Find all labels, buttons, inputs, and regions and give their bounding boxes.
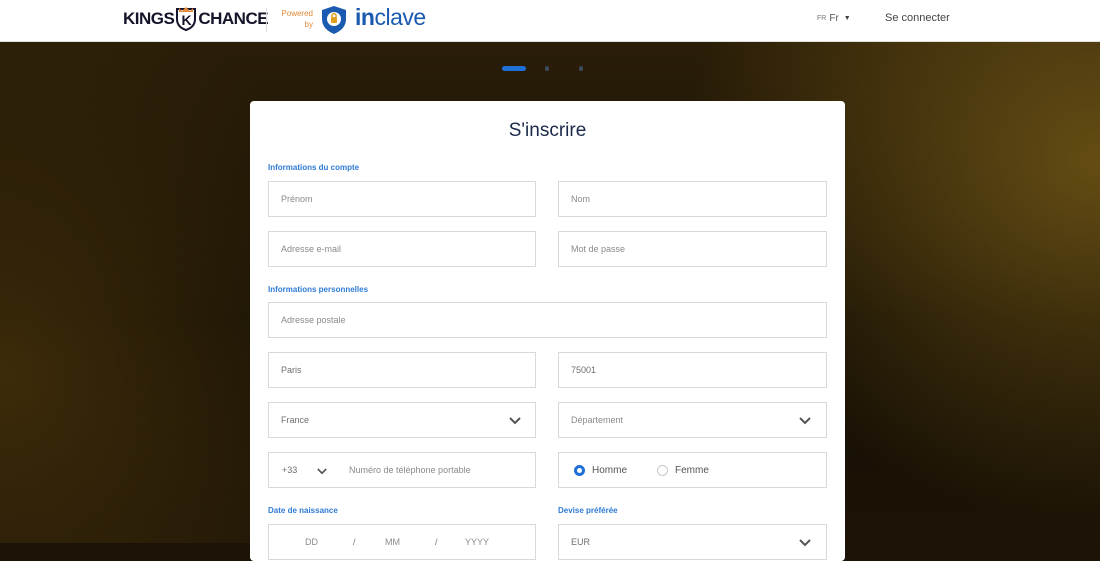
password-placeholder: Mot de passe xyxy=(571,244,626,254)
top-header: KINGS K CHANCE Powered by inclave FR Fr … xyxy=(0,0,1100,42)
birth-sep: / xyxy=(435,537,438,547)
carousel-dot[interactable] xyxy=(545,66,549,71)
carousel-dot-active[interactable] xyxy=(502,66,526,71)
inclave-shield-icon xyxy=(320,5,348,35)
lang-label: Fr xyxy=(829,13,839,24)
section-birthdate-label: Date de naissance xyxy=(268,506,338,515)
powered-by-text: Powered by xyxy=(277,8,313,30)
email-placeholder: Adresse e-mail xyxy=(281,244,342,254)
gender-female-label[interactable]: Femme xyxy=(675,465,709,476)
country-value: France xyxy=(281,415,310,425)
gender-female-radio[interactable] xyxy=(657,465,668,476)
firstname-input[interactable]: Prénom xyxy=(268,181,536,217)
login-link[interactable]: Se connecter xyxy=(885,12,950,24)
department-placeholder: Département xyxy=(571,415,624,425)
chevron-down-icon xyxy=(799,539,811,547)
city-value: Paris xyxy=(281,365,302,375)
section-currency-label: Devise préférée xyxy=(558,506,618,515)
birth-day[interactable]: DD xyxy=(305,537,318,547)
lang-code: FR xyxy=(817,15,827,22)
zip-input[interactable]: 75001 xyxy=(558,352,827,388)
inclave-suffix: clave xyxy=(374,4,426,30)
birth-sep: / xyxy=(353,537,356,547)
currency-select[interactable]: EUR xyxy=(558,524,827,560)
birth-month[interactable]: MM xyxy=(385,537,400,547)
inclave-logo[interactable]: inclave xyxy=(355,4,426,31)
country-select[interactable]: France xyxy=(268,402,536,438)
inclave-prefix: in xyxy=(355,4,375,30)
gender-male-radio[interactable] xyxy=(574,465,585,476)
firstname-placeholder: Prénom xyxy=(281,194,313,204)
section-personal-label: Informations personnelles xyxy=(268,285,369,294)
logo-chance-text: CHANCE xyxy=(198,9,269,28)
powered-line: Powered xyxy=(281,9,313,18)
carousel-dots xyxy=(0,66,1100,72)
carousel-dot[interactable] xyxy=(579,66,583,71)
phone-prefix[interactable]: +33 xyxy=(282,465,297,475)
form-title: S'inscrire xyxy=(508,120,587,141)
address-placeholder: Adresse postale xyxy=(281,315,346,325)
address-input[interactable]: Adresse postale xyxy=(268,302,827,338)
zip-value: 75001 xyxy=(571,365,597,375)
currency-value: EUR xyxy=(571,537,591,547)
logo-divider xyxy=(266,8,267,32)
email-input[interactable]: Adresse e-mail xyxy=(268,231,536,267)
k-shield-icon: K xyxy=(175,7,197,32)
phone-input[interactable]: +33 Numéro de téléphone portable xyxy=(268,452,536,488)
gender-male-label[interactable]: Homme xyxy=(592,465,627,476)
lastname-placeholder: Nom xyxy=(571,194,591,204)
caret-down-icon: ▼ xyxy=(843,15,851,22)
department-select[interactable]: Département xyxy=(558,402,827,438)
gender-radio-group: Homme Femme xyxy=(558,452,827,488)
lastname-input[interactable]: Nom xyxy=(558,181,827,217)
kings-chance-logo[interactable]: KINGS K CHANCE xyxy=(123,7,269,32)
birth-year[interactable]: YYYY xyxy=(465,537,489,547)
chevron-down-icon xyxy=(799,417,811,425)
phone-placeholder: Numéro de téléphone portable xyxy=(349,465,471,475)
password-input[interactable]: Mot de passe xyxy=(558,231,827,267)
k-shield-letter: K xyxy=(181,12,192,28)
chevron-down-icon xyxy=(509,417,521,425)
signup-card: S'inscrire Informations du compte Prénom… xyxy=(250,101,845,561)
city-input[interactable]: Paris xyxy=(268,352,536,388)
logo-kings-text: KINGS xyxy=(123,9,175,28)
by-line: by xyxy=(304,20,313,29)
chevron-down-icon[interactable] xyxy=(317,468,327,475)
section-account-label: Informations du compte xyxy=(268,163,360,172)
language-selector[interactable]: FR Fr ▼ xyxy=(817,13,851,24)
birthdate-input[interactable]: DD / MM / YYYY xyxy=(268,524,536,560)
